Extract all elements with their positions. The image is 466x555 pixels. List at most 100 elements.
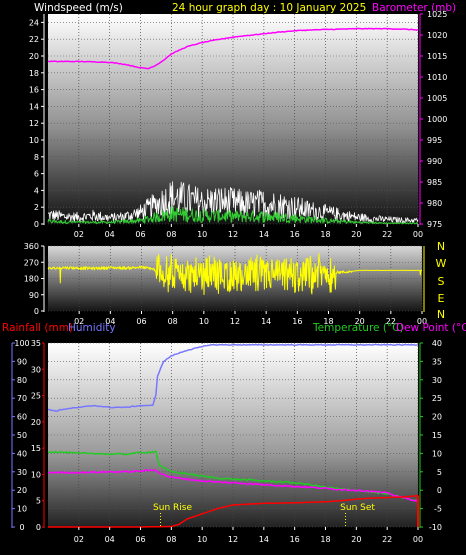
windspeed-tick-label: 12: [29, 119, 39, 128]
barometer-tick-label: 1025: [427, 10, 447, 19]
humidity-tick-label: 100: [14, 339, 29, 348]
windspeed-tick-label: 8: [34, 153, 39, 162]
rainfall-tick-label: 35: [31, 339, 41, 348]
direction-tick-label: 180: [24, 275, 39, 284]
humidity-tick-label: 60: [17, 413, 27, 422]
compass-label: E: [438, 292, 445, 305]
hour-tick-label: 10: [197, 535, 207, 544]
temperature-tick-label: -5: [434, 505, 442, 514]
rainfall-tick-label: 20: [31, 418, 41, 427]
humidity-tick-label: 70: [17, 394, 27, 403]
windspeed-axis-title: Windspeed (m/s): [34, 2, 123, 14]
hour-tick-label: 04: [105, 535, 115, 544]
barometer-tick-label: 1005: [427, 94, 447, 103]
windspeed-tick-label: 20: [29, 52, 39, 61]
humidity-axis-title: Humidity: [68, 322, 116, 334]
hour-tick-label: 18: [320, 230, 330, 239]
hour-tick-label: 02: [74, 535, 84, 544]
windspeed-tick-label: 14: [29, 102, 39, 111]
windspeed-tick-label: 10: [29, 136, 39, 145]
sunset-label: Sun Set: [340, 503, 375, 513]
hour-tick-label: 08: [166, 535, 176, 544]
barometer-tick-label: 1020: [427, 31, 447, 40]
sunrise-label: Sun Rise: [153, 503, 192, 513]
direction-tick-label: 270: [24, 258, 39, 267]
hour-tick-label: 16: [292, 317, 302, 326]
temperature-tick-label: 30: [432, 376, 442, 385]
humidity-tick-label: 40: [17, 449, 27, 458]
hour-tick-label: 06: [135, 535, 145, 544]
rainfall-tick-label: 30: [31, 365, 41, 374]
direction-tick-label: 90: [29, 291, 39, 300]
hour-tick-label: 12: [230, 317, 240, 326]
hour-tick-label: 02: [74, 230, 84, 239]
hour-tick-label: 10: [197, 230, 207, 239]
temperature-tick-label: 35: [432, 357, 442, 366]
windspeed-tick-label: 24: [29, 18, 39, 27]
wind-barometer-panel: 0246810121416182022249759809859909951000…: [29, 10, 448, 239]
rainfall-tick-label: 25: [31, 392, 41, 401]
direction-tick-label: 0: [34, 307, 39, 316]
barometer-tick-label: 1000: [427, 115, 447, 124]
compass-label: S: [438, 275, 445, 288]
hour-tick-label: 16: [290, 535, 300, 544]
direction-tick-label: 360: [24, 242, 39, 251]
temperature-tick-label: 0: [437, 486, 442, 495]
hour-tick-label: 20: [351, 535, 361, 544]
windspeed-tick-label: 2: [34, 203, 39, 212]
windspeed-tick-label: 0: [34, 220, 39, 229]
rainfall-tick-label: 0: [36, 523, 41, 532]
temperature-tick-label: 25: [432, 394, 442, 403]
barometer-tick-label: 990: [427, 157, 442, 166]
rainfall-tick-label: 5: [36, 497, 41, 506]
hour-tick-label: 06: [136, 317, 146, 326]
humidity-tick-label: 20: [17, 486, 27, 495]
hour-tick-label: 22: [382, 230, 392, 239]
barometer-tick-label: 980: [427, 199, 442, 208]
hour-tick-label: 12: [228, 230, 238, 239]
windspeed-tick-label: 18: [29, 69, 39, 78]
windspeed-tick-label: 6: [34, 170, 39, 179]
hour-tick-label: 20: [351, 230, 361, 239]
humidity-tick-label: 50: [17, 431, 27, 440]
hour-tick-label: 14: [259, 535, 269, 544]
compass-label: N: [437, 308, 445, 321]
humidity-tick-label: 30: [17, 468, 27, 477]
rain-humidity-temperature-panel: Sun Rise Sun Set 010203040506070809010005…: [11, 339, 442, 544]
barometer-tick-label: 985: [427, 178, 442, 187]
weather-graph: Windspeed (m/s) 24 hour graph day : 10 J…: [2, 2, 466, 544]
humidity-tick-label: 80: [17, 376, 27, 385]
hour-tick-label: 14: [259, 230, 269, 239]
hour-tick-label: 08: [166, 230, 176, 239]
temperature-tick-label: 5: [437, 468, 442, 477]
barometer-tick-label: 995: [427, 136, 442, 145]
compass-label: W: [436, 257, 447, 270]
hour-tick-label: 12: [228, 535, 238, 544]
rainfall-tick-label: 10: [31, 470, 41, 479]
temperature-tick-label: -10: [429, 523, 442, 532]
temperature-tick-label: 20: [432, 413, 442, 422]
windspeed-tick-label: 4: [34, 186, 39, 195]
hour-tick-label: 10: [199, 317, 209, 326]
chart-title: 24 hour graph day : 10 January 2025: [172, 2, 366, 14]
barometer-tick-label: 1015: [427, 52, 447, 61]
humidity-tick-label: 90: [17, 357, 27, 366]
barometer-tick-label: 975: [427, 220, 442, 229]
temperature-tick-label: 10: [432, 449, 442, 458]
temperature-tick-label: 15: [432, 431, 442, 440]
windspeed-tick-label: 16: [29, 86, 39, 95]
hour-tick-label: 22: [382, 535, 392, 544]
temperature-axis-title: Temperature (°C): [312, 322, 404, 334]
temperature-tick-label: 40: [432, 339, 442, 348]
humidity-tick-label: 10: [17, 505, 27, 514]
windspeed-tick-label: 22: [29, 35, 39, 44]
humidity-tick-label: 0: [19, 523, 24, 532]
hour-tick-label: 04: [105, 230, 115, 239]
hour-tick-label: 08: [168, 317, 178, 326]
hour-tick-label: 00: [413, 535, 423, 544]
rainfall-axis-title: Rainfall (mm): [2, 322, 73, 334]
dewpoint-axis-title: Dew Point (°C): [396, 322, 466, 334]
hour-tick-label: 06: [135, 230, 145, 239]
hour-tick-label: 14: [261, 317, 271, 326]
hour-tick-label: 18: [320, 535, 330, 544]
